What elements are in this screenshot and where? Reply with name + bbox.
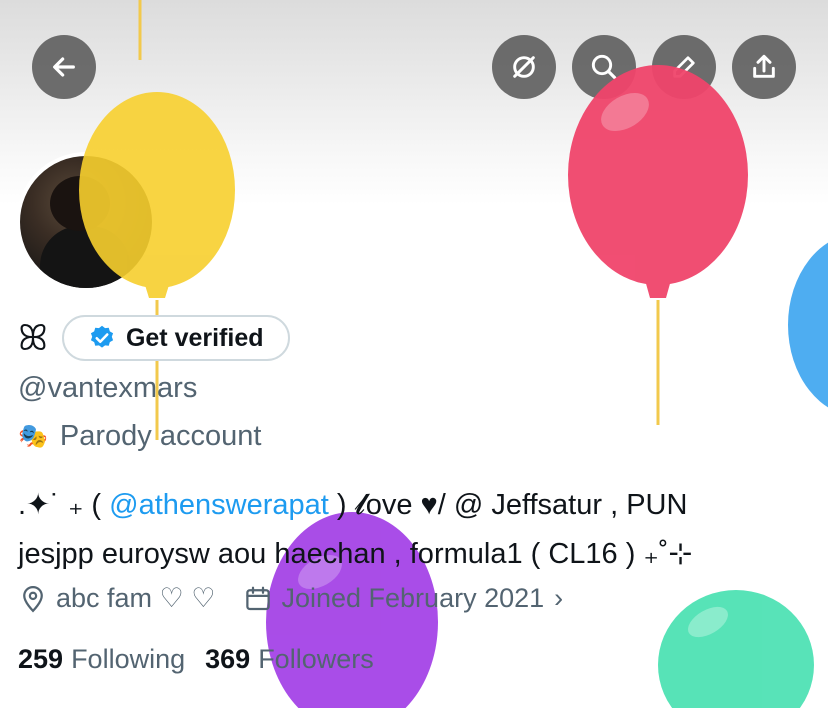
bio-line-1: .✦˙ ₊ ( @athenswerapat ) 𝓵ove ♥︎/ @ Jeff… (18, 481, 818, 530)
followers-label: Followers (258, 644, 374, 674)
parody-mask-icon: 🎭 (18, 423, 48, 450)
following-link[interactable]: 259 Following (18, 644, 185, 675)
blue-balloon (788, 242, 828, 408)
display-name: ꕤ (18, 317, 48, 358)
following-label: Following (71, 644, 186, 674)
followers-link[interactable]: 369 Followers (205, 644, 374, 675)
followers-count: 369 (205, 644, 251, 674)
location-pin-icon (23, 585, 43, 612)
bio-suffix: ) 𝓵ove ♥︎/ @ Jeffsatur , PUN (328, 489, 688, 521)
red-balloon (568, 65, 748, 298)
username-handle: @vantexmars (18, 372, 198, 404)
following-count: 259 (18, 644, 64, 674)
joined-date[interactable]: Joined February 2021 (281, 583, 544, 614)
profile-meta: abc fam ♡ ♡ Joined February 2021 › (18, 583, 563, 614)
bio: .✦˙ ₊ ( @athenswerapat ) 𝓵ove ♥︎/ @ Jeff… (18, 481, 818, 579)
parody-label-row: 🎭 Parody account (18, 420, 261, 453)
get-verified-label: Get verified (125, 323, 264, 352)
name-row: ꕤ Get verified (18, 313, 290, 363)
get-verified-button[interactable]: Get verified (61, 315, 290, 361)
location-text: abc fam ♡ ♡ (56, 583, 216, 613)
chevron-right-icon[interactable]: › (554, 583, 563, 614)
bio-prefix: .✦˙ ₊ ( (18, 489, 110, 521)
bio-mention-link[interactable]: @athenswerapat (109, 489, 329, 521)
yellow-balloon (79, 92, 235, 298)
follow-stats: 259 Following 369 Followers (18, 644, 394, 675)
calendar-icon (246, 586, 271, 610)
green-balloon (658, 590, 814, 708)
bio-line-2: jesjpp euroysw aou haechan , formula1 ( … (18, 538, 693, 570)
parody-label: Parody account (59, 420, 262, 452)
verified-badge-icon (90, 325, 114, 348)
